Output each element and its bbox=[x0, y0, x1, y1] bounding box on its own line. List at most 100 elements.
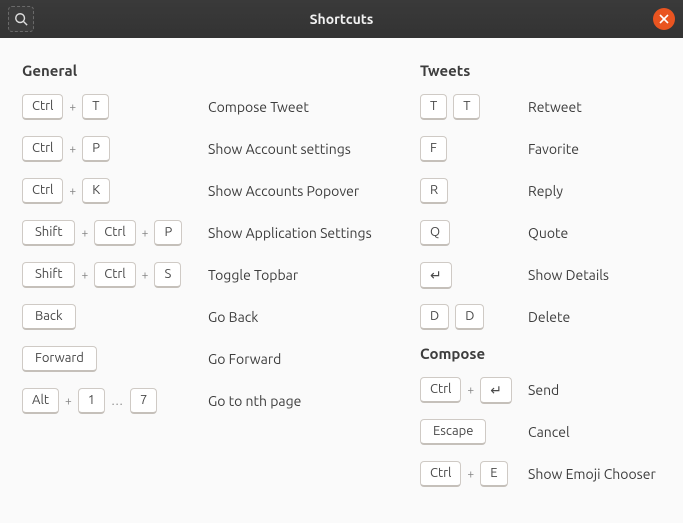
key-combo: Ctrl + P bbox=[22, 136, 208, 162]
key: Shift bbox=[22, 262, 75, 288]
enter-icon: ↵ bbox=[430, 268, 442, 282]
shortcut-desc: Show Account settings bbox=[208, 141, 351, 157]
window-title: Shortcuts bbox=[0, 11, 683, 27]
shortcut-row: T T Retweet bbox=[420, 93, 661, 121]
plus: + bbox=[69, 185, 76, 198]
close-icon bbox=[659, 14, 669, 24]
plus: + bbox=[142, 227, 149, 240]
plus: + bbox=[69, 143, 76, 156]
shortcut-row: Alt + 1 … 7 Go to nth page bbox=[22, 387, 392, 415]
key-combo: Escape bbox=[420, 419, 528, 445]
key: Ctrl bbox=[94, 262, 135, 288]
plus: + bbox=[69, 101, 76, 114]
key-combo: Shift + Ctrl + P bbox=[22, 220, 208, 246]
section-title-tweets: Tweets bbox=[420, 62, 661, 79]
column-right: Tweets T T Retweet F Favorite R Reply Q bbox=[420, 56, 661, 502]
key-enter: ↵ bbox=[480, 377, 512, 404]
plus: + bbox=[467, 384, 474, 397]
shortcut-desc: Go Forward bbox=[208, 351, 281, 367]
shortcut-row: Q Quote bbox=[420, 219, 661, 247]
shortcut-desc: Go to nth page bbox=[208, 393, 301, 409]
key: Ctrl bbox=[22, 178, 63, 204]
key: S bbox=[154, 262, 181, 288]
section-title-general: General bbox=[22, 62, 392, 79]
titlebar: Shortcuts bbox=[0, 0, 683, 38]
key: D bbox=[420, 304, 449, 330]
search-icon bbox=[14, 12, 28, 26]
shortcut-desc: Go Back bbox=[208, 309, 258, 325]
key: P bbox=[154, 220, 182, 246]
key: Q bbox=[420, 220, 450, 246]
key: Ctrl bbox=[22, 94, 63, 120]
range-dots: … bbox=[111, 395, 124, 408]
shortcut-row: Ctrl + K Show Accounts Popover bbox=[22, 177, 392, 205]
shortcut-desc: Reply bbox=[528, 183, 563, 199]
key: T bbox=[420, 94, 447, 120]
key-combo: Ctrl + T bbox=[22, 94, 208, 120]
shortcut-desc: Show Application Settings bbox=[208, 225, 372, 241]
shortcut-desc: Delete bbox=[528, 309, 570, 325]
shortcut-row: Back Go Back bbox=[22, 303, 392, 331]
shortcut-row: Shift + Ctrl + P Show Application Settin… bbox=[22, 219, 392, 247]
key: 7 bbox=[130, 388, 157, 414]
key-combo: Ctrl + K bbox=[22, 178, 208, 204]
key-combo: R bbox=[420, 178, 528, 204]
shortcut-row: Forward Go Forward bbox=[22, 345, 392, 373]
shortcut-row: ↵ Show Details bbox=[420, 261, 661, 289]
shortcut-desc: Cancel bbox=[528, 424, 570, 440]
key-combo: T T bbox=[420, 94, 528, 120]
shortcut-desc: Show Accounts Popover bbox=[208, 183, 359, 199]
plus: + bbox=[142, 269, 149, 282]
shortcut-desc: Toggle Topbar bbox=[208, 267, 298, 283]
key-combo: D D bbox=[420, 304, 528, 330]
shortcut-row: Ctrl + E Show Emoji Chooser bbox=[420, 460, 661, 488]
shortcut-desc: Show Details bbox=[528, 267, 609, 283]
key: Back bbox=[22, 304, 76, 330]
key: R bbox=[420, 178, 448, 204]
shortcut-row: Escape Cancel bbox=[420, 418, 661, 446]
key-combo: Q bbox=[420, 220, 528, 246]
shortcut-row: Ctrl + ↵ Send bbox=[420, 376, 661, 404]
key: Ctrl bbox=[22, 136, 63, 162]
key: T bbox=[453, 94, 480, 120]
key-enter: ↵ bbox=[420, 262, 452, 289]
shortcut-desc: Quote bbox=[528, 225, 568, 241]
shortcut-row: R Reply bbox=[420, 177, 661, 205]
key: 1 bbox=[78, 388, 105, 414]
section-title-compose: Compose bbox=[420, 345, 661, 362]
plus: + bbox=[467, 468, 474, 481]
key-combo: Forward bbox=[22, 346, 208, 372]
key-combo: Alt + 1 … 7 bbox=[22, 388, 208, 414]
column-general: General Ctrl + T Compose Tweet Ctrl + P … bbox=[22, 56, 392, 502]
shortcut-desc: Compose Tweet bbox=[208, 99, 309, 115]
key: Shift bbox=[22, 220, 75, 246]
key: Alt bbox=[22, 388, 59, 414]
key-combo: ↵ bbox=[420, 262, 528, 289]
key: Escape bbox=[420, 419, 486, 445]
shortcut-row: D D Delete bbox=[420, 303, 661, 331]
shortcut-row: Ctrl + P Show Account settings bbox=[22, 135, 392, 163]
key-combo: F bbox=[420, 136, 528, 162]
key: T bbox=[82, 94, 109, 120]
content: General Ctrl + T Compose Tweet Ctrl + P … bbox=[0, 38, 683, 520]
shortcut-row: Shift + Ctrl + S Toggle Topbar bbox=[22, 261, 392, 289]
close-button[interactable] bbox=[653, 8, 675, 30]
shortcut-row: Ctrl + T Compose Tweet bbox=[22, 93, 392, 121]
enter-icon: ↵ bbox=[490, 383, 502, 397]
shortcut-desc: Send bbox=[528, 382, 559, 398]
key-combo: Ctrl + ↵ bbox=[420, 377, 528, 404]
key: Ctrl bbox=[94, 220, 135, 246]
search-button[interactable] bbox=[8, 6, 34, 32]
key-combo: Shift + Ctrl + S bbox=[22, 262, 208, 288]
key: D bbox=[455, 304, 484, 330]
shortcut-desc: Retweet bbox=[528, 99, 582, 115]
key: Ctrl bbox=[420, 461, 461, 487]
plus: + bbox=[65, 395, 72, 408]
key-combo: Ctrl + E bbox=[420, 461, 528, 487]
shortcut-row: F Favorite bbox=[420, 135, 661, 163]
plus: + bbox=[81, 227, 88, 240]
key: P bbox=[82, 136, 110, 162]
shortcut-desc: Show Emoji Chooser bbox=[528, 466, 656, 482]
key: F bbox=[420, 136, 447, 162]
key: K bbox=[82, 178, 110, 204]
